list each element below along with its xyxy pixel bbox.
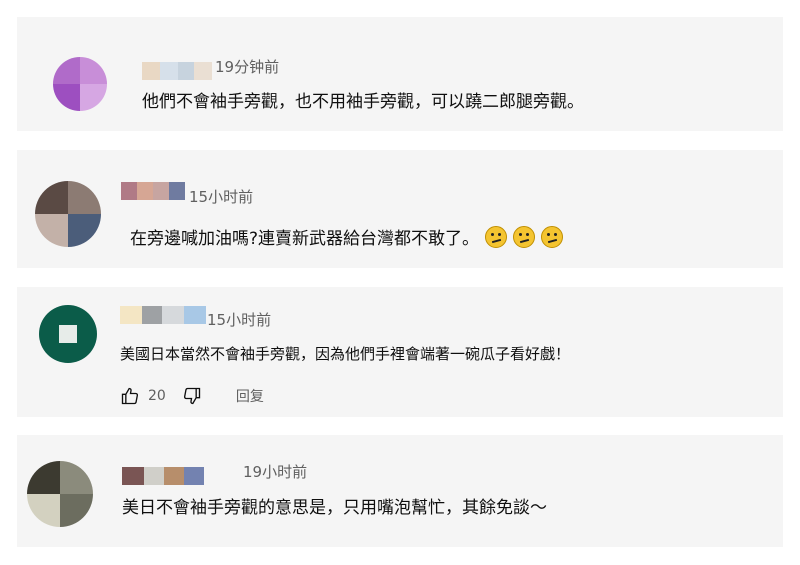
comment-text: 在旁邊喊加油嗎?連賣新武器給台灣都不敢了。 xyxy=(130,229,480,249)
avatar[interactable] xyxy=(27,461,93,527)
thumbs-down-icon[interactable] xyxy=(182,386,202,406)
reply-button[interactable]: 回复 xyxy=(236,386,264,406)
confused-face-icon xyxy=(513,226,536,248)
comment-text: 美國日本當然不會袖手旁觀，因為他們手裡會端著一碗瓜子看好戲！ xyxy=(120,345,571,363)
avatar[interactable] xyxy=(39,305,97,363)
like-count: 20 xyxy=(148,388,166,404)
avatar[interactable] xyxy=(35,181,101,247)
thumbs-up-icon[interactable] xyxy=(120,386,140,406)
author-name-redacted[interactable] xyxy=(121,182,185,200)
author-name-redacted[interactable] xyxy=(122,467,226,485)
comment-text: 他們不會袖手旁觀，也不用袖手旁觀，可以蹺二郎腿旁觀。 xyxy=(142,92,584,112)
comment-timestamp[interactable]: 15小时前 xyxy=(207,311,271,329)
comment-card: 15小时前 在旁邊喊加油嗎?連賣新武器給台灣都不敢了。 xyxy=(17,150,783,268)
comment-timestamp[interactable]: 15小时前 xyxy=(189,188,253,206)
comment-card: 19小时前 美日不會袖手旁觀的意思是，只用嘴泡幫忙，其餘免談～ xyxy=(17,435,783,547)
comment-card: 19分钟前 他們不會袖手旁觀，也不用袖手旁觀，可以蹺二郎腿旁觀。 xyxy=(17,17,783,131)
comment-timestamp[interactable]: 19分钟前 xyxy=(215,58,279,76)
comment-text-line: 在旁邊喊加油嗎?連賣新武器給台灣都不敢了。 xyxy=(130,226,564,250)
comment-timestamp[interactable]: 19小时前 xyxy=(243,463,307,481)
avatar[interactable] xyxy=(53,57,107,111)
comment-actions: 20 回复 xyxy=(120,386,264,406)
confused-face-icon xyxy=(485,226,508,248)
author-name-redacted[interactable] xyxy=(142,62,212,80)
comment-text: 美日不會袖手旁觀的意思是，只用嘴泡幫忙，其餘免談～ xyxy=(122,498,547,518)
author-name-redacted[interactable] xyxy=(120,306,206,324)
comment-card: 15小时前 美國日本當然不會袖手旁觀，因為他們手裡會端著一碗瓜子看好戲！ 20 … xyxy=(17,287,783,417)
confused-face-icon xyxy=(541,226,564,248)
